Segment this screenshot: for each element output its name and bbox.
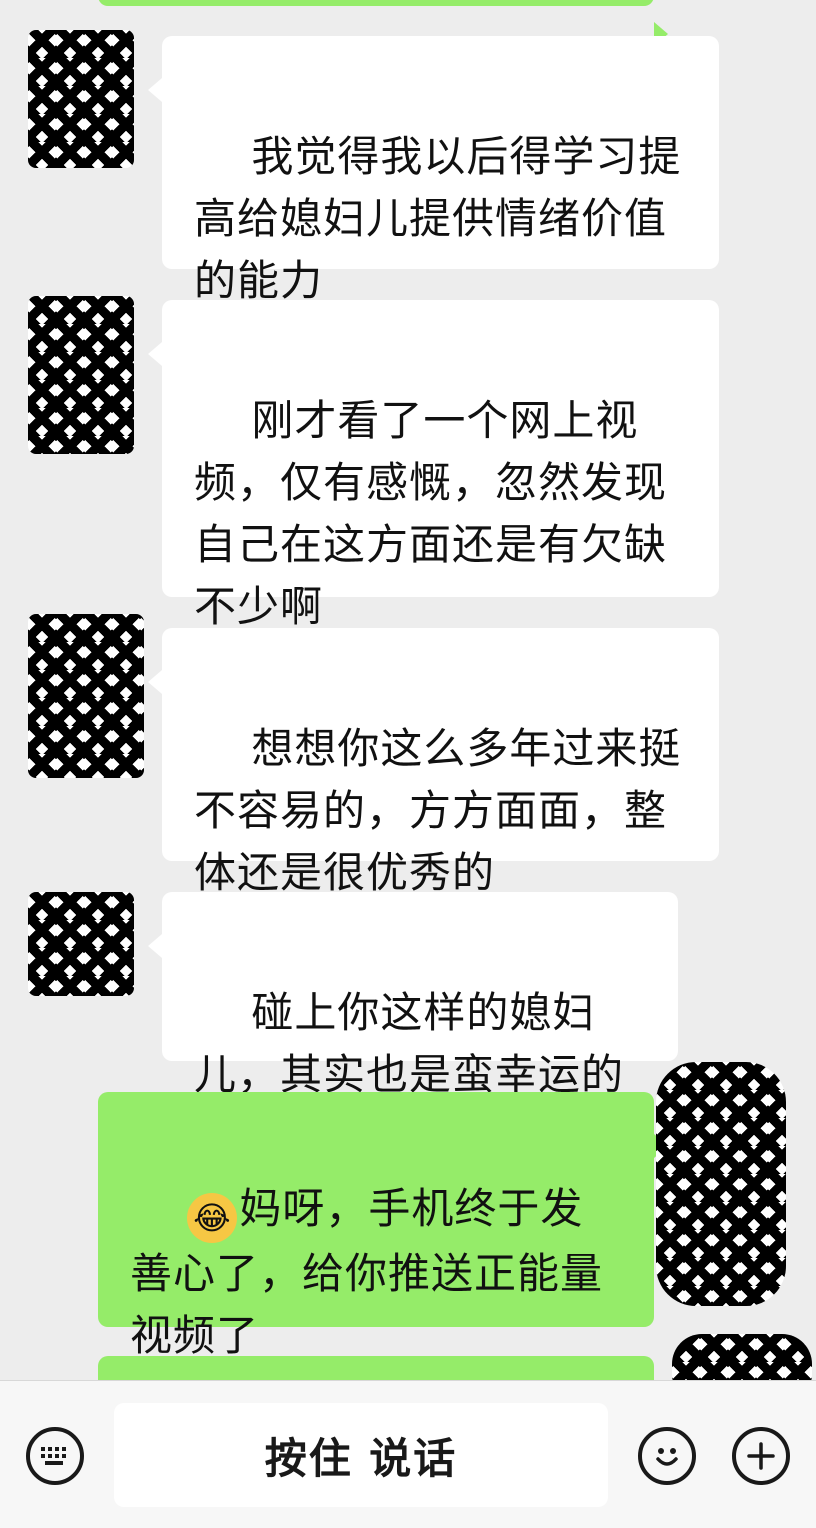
message-bubble-incoming[interactable]: 想想你这么多年过来挺不容易的，方方面面，整体还是很优秀的: [148, 628, 719, 897]
hold-to-talk-button[interactable]: 按住 说话: [114, 1403, 608, 1507]
message-bubble-outgoing-partial[interactable]: [98, 1356, 654, 1380]
input-bar: 按住 说话: [0, 1380, 816, 1528]
contact-avatar[interactable]: [28, 614, 144, 778]
plus-icon: [747, 1442, 775, 1470]
emoji-button[interactable]: [638, 1427, 696, 1485]
message-bubble-outgoing-partial[interactable]: [98, 0, 668, 46]
contact-avatar[interactable]: [28, 30, 134, 168]
message-text: 想想你这么多年过来挺不容易的，方方面面，整体还是很优秀的: [194, 724, 682, 897]
message-bubble-incoming[interactable]: 我觉得我以后得学习提高给媳妇儿提供情绪价值的能力: [148, 36, 719, 305]
smiley-icon: [656, 1448, 678, 1466]
message-bubble-incoming[interactable]: 刚才看了一个网上视频，仅有感慨，忽然发现自己在这方面还是有欠缺不少啊: [148, 300, 719, 631]
my-avatar[interactable]: [672, 1334, 812, 1380]
contact-avatar[interactable]: [28, 892, 134, 996]
keyboard-toggle-button[interactable]: [26, 1427, 84, 1485]
face-with-tears-of-joy-icon: 😂: [187, 1193, 238, 1243]
hold-to-talk-label: 按住 说话: [264, 1433, 458, 1483]
contact-avatar[interactable]: [28, 296, 134, 454]
keyboard-icon: [41, 1447, 66, 1465]
more-functions-button[interactable]: [732, 1427, 790, 1485]
my-avatar[interactable]: [656, 1062, 786, 1306]
chat-area[interactable]: 我觉得我以后得学习提高给媳妇儿提供情绪价值的能力 刚才看了一个网上视频，仅有感慨…: [0, 0, 816, 1380]
message-text: 我觉得我以后得学习提高给媳妇儿提供情绪价值的能力: [194, 132, 682, 305]
message-text: 碰上你这样的媳妇儿，其实也是蛮幸运的: [194, 988, 625, 1099]
message-bubble-incoming[interactable]: 碰上你这样的媳妇儿，其实也是蛮幸运的: [148, 892, 678, 1099]
message-text: 刚才看了一个网上视频，仅有感慨，忽然发现自己在这方面还是有欠缺不少啊: [194, 396, 668, 631]
message-bubble-outgoing[interactable]: 😂 妈呀，手机终于发善心了，给你推送正能量视频了: [98, 1092, 668, 1360]
